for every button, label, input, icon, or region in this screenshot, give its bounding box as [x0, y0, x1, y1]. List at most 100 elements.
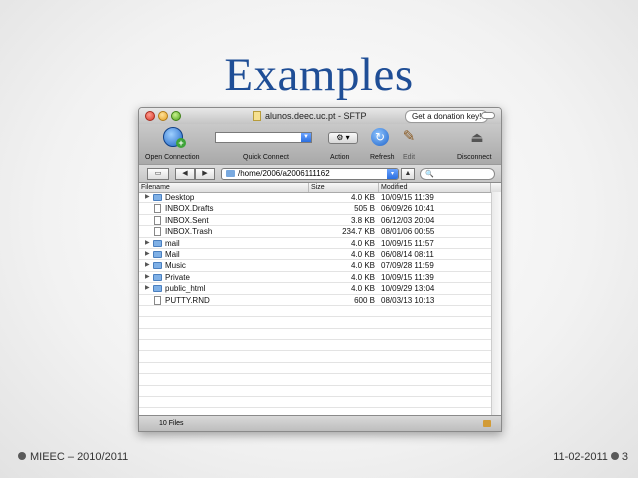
file-modified: 07/09/28 11:59	[381, 261, 434, 271]
file-modified: 06/12/03 20:04	[381, 215, 435, 225]
bullet-icon	[610, 452, 619, 460]
path-bar: ▭ ◀ ▶ /home/2006/a2006111162 ▾ ▲ 🔍	[139, 164, 501, 183]
disclosure-triangle-icon[interactable]: ▶	[145, 283, 150, 294]
folder-icon	[153, 285, 162, 293]
back-button[interactable]: ◀	[175, 168, 195, 180]
slide-footer-right: 11-02-2011 3	[553, 451, 628, 463]
size-column-header[interactable]: Size	[309, 183, 379, 192]
file-name: INBOX.Drafts	[165, 204, 214, 214]
search-input[interactable]: 🔍	[420, 168, 495, 180]
toggle-view-button[interactable]: ▭	[147, 168, 169, 180]
forward-button[interactable]: ▶	[195, 168, 215, 180]
folder-icon	[153, 194, 162, 201]
file-row[interactable]: ▶ public_html 4.0 KB 10/09/29 13:04	[139, 283, 491, 295]
disclosure-triangle-icon[interactable]: ▶	[145, 272, 150, 283]
status-bar: 10 Files	[139, 415, 501, 431]
bullet-icon	[18, 452, 26, 460]
file-modified: 10/09/15 11:39	[381, 272, 434, 282]
folder-icon	[153, 273, 162, 281]
refresh-icon[interactable]: ↻	[371, 128, 389, 146]
search-icon: 🔍	[425, 171, 434, 178]
disclosure-triangle-icon[interactable]: ▶	[145, 249, 150, 260]
empty-row	[139, 340, 491, 352]
edit-label[interactable]: Edit	[403, 154, 415, 161]
current-path: /home/2006/a2006111162	[238, 169, 330, 178]
quick-connect-label: Quick Connect	[243, 154, 289, 161]
file-row[interactable]: INBOX.Sent 3.8 KB 06/12/03 20:04	[139, 215, 491, 227]
file-name: mail	[165, 238, 180, 248]
empty-row	[139, 397, 491, 409]
filename-column-header[interactable]: Filename	[139, 183, 309, 192]
close-window-button[interactable]	[145, 111, 155, 121]
sftp-window: alunos.deec.uc.pt - SFTP Get a donation …	[138, 107, 502, 432]
donation-key-button[interactable]: Get a donation key!	[405, 110, 489, 123]
empty-row	[139, 329, 491, 341]
slide-footer-left: MIEEC – 2010/2011	[18, 451, 128, 463]
disconnect-label[interactable]: Disconnect	[457, 154, 492, 161]
disclosure-triangle-icon[interactable]: ▶	[145, 260, 150, 271]
toolbar: + Open Connection ▼ Quick Connect ⚙ ▾ Ac…	[139, 124, 501, 164]
pencil-icon[interactable]: ✎	[401, 128, 417, 146]
file-row[interactable]: ▶ Music 4.0 KB 07/09/28 11:59	[139, 260, 491, 272]
path-select[interactable]: /home/2006/a2006111162 ▾	[221, 168, 399, 180]
file-size: 4.0 KB	[350, 284, 375, 294]
file-row[interactable]: ▶ mail 4.0 KB 10/09/15 11:57	[139, 238, 491, 249]
file-size: 505 B	[354, 204, 375, 214]
action-menu-button[interactable]: ⚙ ▾	[328, 132, 358, 144]
action-label: Action	[330, 154, 350, 161]
file-modified: 08/01/06 00:55	[381, 227, 435, 237]
empty-row	[139, 306, 491, 318]
zoom-window-button[interactable]	[171, 111, 181, 121]
minimize-window-button[interactable]	[158, 111, 168, 121]
file-row[interactable]: INBOX.Trash 234.7 KB 08/01/06 00:55	[139, 226, 491, 238]
lock-icon	[483, 420, 491, 427]
file-name: Desktop	[165, 193, 195, 202]
file-size: 4.0 KB	[350, 193, 375, 202]
folder-icon	[226, 170, 235, 177]
parent-directory-button[interactable]: ▲	[401, 168, 415, 180]
open-connection-label[interactable]: Open Connection	[145, 154, 199, 161]
file-modified: 10/09/29 13:04	[381, 284, 435, 294]
file-name: Private	[165, 272, 190, 282]
modified-column-header[interactable]: Modified	[379, 183, 491, 192]
file-row[interactable]: INBOX.Drafts 505 B 06/09/26 10:41	[139, 203, 491, 215]
file-row[interactable]: ▶ Mail 4.0 KB 06/08/14 08:11	[139, 249, 491, 261]
file-row[interactable]: ▶ Private 4.0 KB 10/09/15 11:39	[139, 272, 491, 284]
file-name: INBOX.Sent	[165, 215, 209, 225]
file-icon	[154, 215, 161, 225]
file-modified: 10/09/15 11:57	[381, 238, 434, 248]
file-icon	[154, 295, 161, 305]
refresh-label[interactable]: Refresh	[370, 154, 395, 161]
course-label: MIEEC – 2010/2011	[30, 451, 129, 463]
file-size: 3.8 KB	[350, 215, 375, 225]
plus-icon: +	[176, 138, 186, 148]
file-row[interactable]: ▶ Desktop 4.0 KB 10/09/15 11:39	[139, 192, 491, 204]
file-size: 4.0 KB	[350, 238, 375, 248]
file-name: Mail	[165, 249, 180, 259]
eject-icon[interactable]: ⏏	[469, 128, 485, 146]
empty-row	[139, 317, 491, 329]
empty-row	[139, 363, 491, 375]
quick-connect-select[interactable]: ▼	[215, 132, 312, 143]
vertical-scrollbar[interactable]	[491, 192, 501, 415]
window-titlebar[interactable]: alunos.deec.uc.pt - SFTP Get a donation …	[139, 108, 501, 124]
file-modified: 08/03/13 10:13	[381, 295, 435, 305]
file-modified: 10/09/15 11:39	[381, 193, 434, 202]
file-modified: 06/08/14 08:11	[381, 249, 434, 259]
file-size: 600 B	[354, 295, 375, 305]
file-icon	[154, 227, 161, 237]
toolbar-toggle-button[interactable]	[481, 112, 495, 119]
page-number: 3	[621, 451, 628, 463]
document-icon	[253, 111, 261, 121]
file-size: 4.0 KB	[350, 261, 375, 271]
file-size: 4.0 KB	[350, 272, 375, 282]
disclosure-triangle-icon[interactable]: ▶	[145, 238, 150, 249]
window-title: alunos.deec.uc.pt - SFTP	[265, 111, 367, 121]
chevron-down-icon: ▼	[301, 133, 311, 142]
folder-icon	[153, 250, 162, 258]
empty-row	[139, 386, 491, 398]
file-modified: 06/09/26 10:41	[381, 204, 435, 214]
file-row[interactable]: PUTTY.RND 600 B 08/03/13 10:13	[139, 295, 491, 306]
file-size: 4.0 KB	[350, 249, 375, 259]
disclosure-triangle-icon[interactable]: ▶	[145, 192, 150, 203]
